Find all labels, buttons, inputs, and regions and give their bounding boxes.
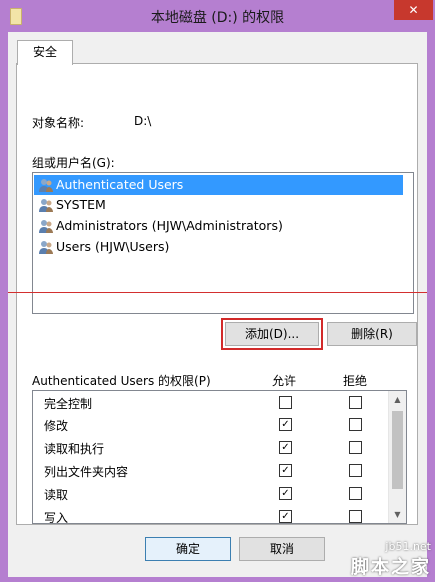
window-title: 本地磁盘 (D:) 的权限 [150,10,285,26]
object-name-label: 对象名称: [32,116,85,130]
deny-checkbox[interactable] [349,487,362,500]
object-name-value: D:\ [134,114,152,128]
close-icon: ✕ [408,3,419,17]
user-item-administrators[interactable]: Administrators (HJW\Administrators) [34,216,403,236]
user-name: Authenticated Users [56,177,184,192]
deny-checkbox[interactable] [349,396,362,409]
permission-name: 写入 [44,511,69,524]
deny-column-header: 拒绝 [343,374,368,388]
permission-name: 读取 [44,488,69,502]
watermark: jb51.net 脚本之家 [351,540,431,579]
allow-checkbox[interactable] [279,396,292,409]
users-group-icon [39,241,53,254]
user-name: SYSTEM [56,197,106,212]
user-item-users[interactable]: Users (HJW\Users) [34,237,403,257]
permission-name: 修改 [44,419,69,433]
scroll-thumb[interactable] [392,411,403,489]
permission-row-list-folder: 列出文件夹内容 ✓ [33,459,388,482]
tab-security[interactable]: 安全 [17,40,73,65]
allow-column-header: 允许 [272,374,297,388]
user-name: Administrators (HJW\Administrators) [56,218,283,233]
deny-checkbox[interactable] [349,510,362,523]
allow-checkbox[interactable]: ✓ [279,487,292,500]
permission-list[interactable]: 完全控制 修改 ✓ 读取和执行 ✓ 列出文件夹内容 ✓ 读取 ✓ 写入 ✓ ▲ … [32,390,407,524]
remove-button[interactable]: 删除(R) [327,322,417,346]
permission-row-full-control: 完全控制 [33,391,388,414]
permission-name: 列出文件夹内容 [44,465,129,479]
allow-checkbox[interactable]: ✓ [279,418,292,431]
allow-checkbox[interactable]: ✓ [279,441,292,454]
deny-checkbox[interactable] [349,418,362,431]
permission-name: 完全控制 [44,397,93,411]
permission-name: 读取和执行 [44,442,105,456]
permission-scrollbar[interactable]: ▲ ▼ [388,391,406,523]
close-button[interactable]: ✕ [394,0,433,20]
cancel-button[interactable]: 取消 [239,537,325,561]
user-name: Users (HJW\Users) [56,239,170,254]
deny-checkbox[interactable] [349,464,362,477]
permission-row-read-execute: 读取和执行 ✓ [33,436,388,459]
permission-row-read: 读取 ✓ [33,482,388,505]
users-group-icon [39,220,53,233]
user-item-system[interactable]: SYSTEM [34,195,403,215]
permission-row-write: 写入 ✓ [33,505,388,524]
dialog-body: 安全 对象名称: D:\ 组或用户名(G): Authenticated Use… [8,32,427,577]
scroll-up-arrow-icon[interactable]: ▲ [389,391,406,408]
allow-checkbox[interactable]: ✓ [279,464,292,477]
permissions-label: Authenticated Users 的权限(P) [32,374,211,388]
users-group-icon [39,199,53,212]
add-button[interactable]: 添加(D)... [221,318,323,350]
scroll-down-arrow-icon[interactable]: ▼ [389,506,406,523]
watermark-name: 脚本之家 [351,557,431,578]
title-bar: 本地磁盘 (D:) 的权限 ✕ [0,0,435,32]
ok-button[interactable]: 确定 [145,537,231,561]
watermark-url: jb51.net [385,540,431,553]
allow-checkbox[interactable]: ✓ [279,510,292,523]
annotation-line [8,292,427,293]
tab-panel: 对象名称: D:\ 组或用户名(G): Authenticated Users … [16,63,418,525]
group-users-label: 组或用户名(G): [32,156,115,170]
permission-row-modify: 修改 ✓ [33,413,388,436]
deny-checkbox[interactable] [349,441,362,454]
user-item-authenticated-users[interactable]: Authenticated Users [34,175,403,195]
users-group-icon [39,179,53,192]
